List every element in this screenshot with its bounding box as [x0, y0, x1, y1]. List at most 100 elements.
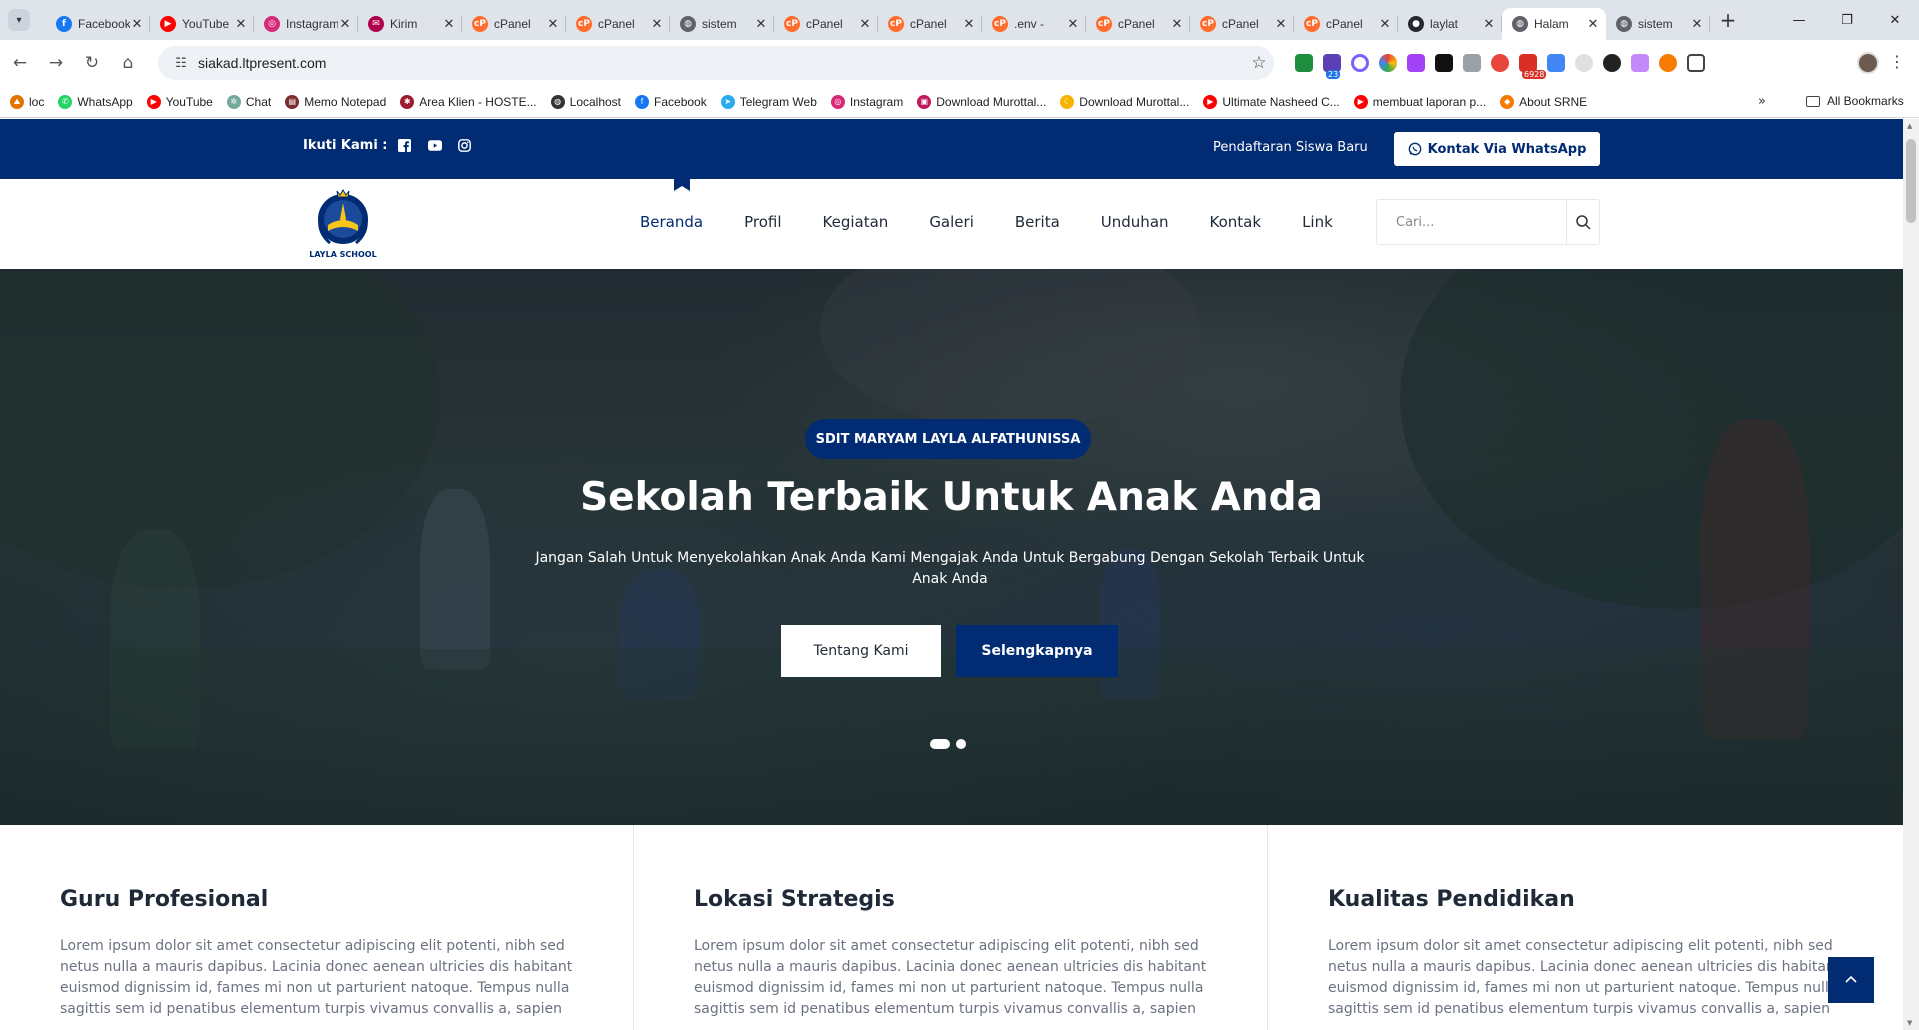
reload-button[interactable]: ↻: [76, 47, 108, 79]
nav-item-kegiatan[interactable]: Kegiatan: [823, 213, 889, 231]
browser-tab[interactable]: cP cPanel ✕: [462, 8, 566, 40]
close-icon[interactable]: ✕: [546, 17, 560, 32]
new-tab-button[interactable]: +: [1714, 8, 1742, 32]
browser-tab[interactable]: cP .env - ✕: [982, 8, 1086, 40]
extension-icon[interactable]: [1379, 54, 1397, 72]
back-button[interactable]: ←: [4, 47, 36, 79]
bookmark-item[interactable]: ☾ Download Murottal...: [1060, 94, 1189, 109]
nav-item-unduhan[interactable]: Unduhan: [1101, 213, 1169, 231]
extension-icon[interactable]: [1575, 54, 1593, 72]
extension-icon[interactable]: 6928: [1519, 54, 1547, 79]
browser-tab[interactable]: ● laylat ✕: [1398, 8, 1502, 40]
browser-tab[interactable]: cP cPanel ✕: [1086, 8, 1190, 40]
close-icon[interactable]: ✕: [1586, 17, 1600, 32]
nav-item-link[interactable]: Link: [1302, 213, 1333, 231]
minimize-button[interactable]: —: [1775, 0, 1823, 40]
all-bookmarks-button[interactable]: All Bookmarks: [1806, 94, 1904, 108]
browser-tab[interactable]: ◍ sistem ✕: [1606, 8, 1710, 40]
extension-icon[interactable]: [1295, 54, 1313, 72]
slider-dot-2[interactable]: [956, 739, 966, 749]
search-input[interactable]: [1377, 200, 1566, 244]
extension-icon[interactable]: [1631, 54, 1649, 72]
close-icon[interactable]: ✕: [1690, 17, 1704, 32]
whatsapp-contact-button[interactable]: Kontak Via WhatsApp: [1394, 132, 1600, 166]
back-to-top-button[interactable]: [1828, 957, 1874, 1003]
bookmark-item[interactable]: ◎ Instagram: [830, 94, 903, 109]
bookmark-item[interactable]: ▶ membuat laporan p...: [1353, 94, 1486, 109]
browser-tab[interactable]: cP cPanel ✕: [1190, 8, 1294, 40]
extension-icon[interactable]: [1547, 54, 1565, 72]
search-button[interactable]: [1566, 200, 1599, 244]
instagram-icon[interactable]: [458, 139, 472, 153]
close-icon[interactable]: ✕: [858, 17, 872, 32]
slider-dot-1[interactable]: [930, 739, 950, 749]
bookmark-item[interactable]: ✆ WhatsApp: [58, 94, 133, 109]
browser-tab[interactable]: cP cPanel ✕: [774, 8, 878, 40]
bookmark-star-icon[interactable]: ☆: [1244, 53, 1274, 73]
tab-search-button[interactable]: ▾: [8, 9, 30, 31]
bookmark-item[interactable]: ✲ Chat: [226, 94, 271, 109]
scroll-thumb[interactable]: [1906, 139, 1916, 223]
scroll-down-icon[interactable]: ▼: [1907, 1019, 1912, 1027]
close-icon[interactable]: ✕: [1378, 17, 1392, 32]
extension-icon[interactable]: [1659, 54, 1677, 72]
menu-kebab-icon[interactable]: ⋮: [1889, 52, 1905, 71]
nav-item-berita[interactable]: Berita: [1015, 213, 1060, 231]
bookmark-item[interactable]: f Facebook: [635, 94, 707, 109]
close-icon[interactable]: ✕: [1066, 17, 1080, 32]
close-window-button[interactable]: ✕: [1871, 0, 1919, 40]
browser-tab[interactable]: ▶ YouTube ✕: [150, 8, 254, 40]
school-logo[interactable]: LAYLA SCHOOL: [306, 185, 380, 263]
bookmark-item[interactable]: ✱ Area Klien - HOSTE...: [400, 94, 537, 109]
nav-item-kontak[interactable]: Kontak: [1210, 213, 1262, 231]
facebook-icon[interactable]: [398, 139, 412, 153]
browser-tab[interactable]: cP cPanel ✕: [566, 8, 670, 40]
extension-icon[interactable]: [1351, 54, 1369, 72]
about-us-button[interactable]: Tentang Kami: [781, 625, 941, 677]
extension-icon[interactable]: [1463, 54, 1481, 72]
browser-tab[interactable]: f Facebook ✕: [46, 8, 150, 40]
extension-icon[interactable]: 23: [1323, 54, 1341, 79]
profile-avatar[interactable]: [1857, 52, 1879, 74]
bookmark-item[interactable]: ▤ Memo Notepad: [285, 94, 386, 109]
puzzle-icon[interactable]: [1687, 54, 1705, 72]
bookmark-item[interactable]: ◆ About SRNE: [1500, 94, 1587, 109]
bookmark-item[interactable]: ◍ Localhost: [550, 94, 621, 109]
address-bar[interactable]: ☷ siakad.ltpresent.com ☆: [158, 46, 1274, 80]
home-button[interactable]: ⌂: [112, 47, 144, 79]
extension-icon[interactable]: [1407, 54, 1425, 72]
bookmark-item[interactable]: ▶ Ultimate Nasheed C...: [1203, 94, 1340, 109]
bookmark-item[interactable]: ▣ Download Murottal...: [917, 94, 1046, 109]
page-scrollbar[interactable]: ▲ ▼: [1903, 119, 1919, 1030]
bookmark-item[interactable]: ▶ YouTube: [146, 94, 213, 109]
adblock-icon[interactable]: [1491, 54, 1509, 72]
read-more-button[interactable]: Selengkapnya: [956, 625, 1118, 677]
nav-item-profil[interactable]: Profil: [744, 213, 781, 231]
bookmark-item[interactable]: ⛰ loc: [10, 94, 44, 109]
close-icon[interactable]: ✕: [338, 17, 352, 32]
browser-tab[interactable]: ◍ Halam ✕: [1502, 8, 1606, 40]
close-icon[interactable]: ✕: [754, 17, 768, 32]
url-text[interactable]: siakad.ltpresent.com: [198, 55, 1244, 71]
browser-tab[interactable]: ◍ sistem ✕: [670, 8, 774, 40]
nav-item-beranda[interactable]: Beranda: [640, 213, 703, 231]
close-icon[interactable]: ✕: [962, 17, 976, 32]
browser-tab[interactable]: ✉ Kirim ✕: [358, 8, 462, 40]
close-icon[interactable]: ✕: [650, 17, 664, 32]
extension-icon[interactable]: [1603, 54, 1621, 72]
browser-tab[interactable]: cP cPanel ✕: [878, 8, 982, 40]
site-info-icon[interactable]: ☷: [168, 56, 194, 71]
extension-icon[interactable]: [1435, 54, 1453, 72]
youtube-icon[interactable]: [427, 139, 442, 153]
nav-item-galeri[interactable]: Galeri: [929, 213, 974, 231]
registration-link[interactable]: Pendaftaran Siswa Baru: [1213, 140, 1368, 155]
close-icon[interactable]: ✕: [442, 17, 456, 32]
close-icon[interactable]: ✕: [130, 17, 144, 32]
browser-tab[interactable]: ◎ Instagram ✕: [254, 8, 358, 40]
scroll-up-icon[interactable]: ▲: [1907, 122, 1912, 130]
close-icon[interactable]: ✕: [1482, 17, 1496, 32]
close-icon[interactable]: ✕: [1274, 17, 1288, 32]
bookmarks-overflow-icon[interactable]: »: [1758, 94, 1766, 109]
bookmark-item[interactable]: ➤ Telegram Web: [720, 94, 817, 109]
restore-button[interactable]: ❐: [1823, 0, 1871, 40]
